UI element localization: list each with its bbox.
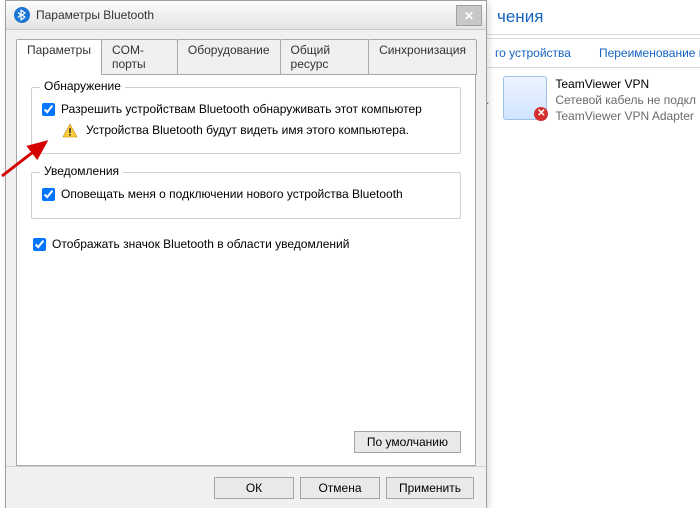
device-status: Сетевой кабель не подкл xyxy=(555,92,696,108)
label-allow-discovery: Разрешить устройствам Bluetooth обнаружи… xyxy=(61,102,422,117)
list-item[interactable]: чен 81... TeamViewer VPN Сетевой кабель … xyxy=(450,70,700,130)
checkbox-show-tray-icon[interactable] xyxy=(33,238,46,251)
tab-hardware[interactable]: Оборудование xyxy=(177,39,281,75)
close-button[interactable]: ✕ xyxy=(456,5,482,26)
tab-strip: Параметры COM-порты Оборудование Общий р… xyxy=(16,39,476,75)
tab-content: Обнаружение Разрешить устройствам Blueto… xyxy=(16,74,476,466)
checkbox-allow-discovery[interactable] xyxy=(42,103,55,116)
bg-nav-link-rename[interactable]: Переименование подк xyxy=(599,46,700,60)
warning-text: Устройства Bluetooth будут видеть имя эт… xyxy=(86,123,409,137)
tab-parameters[interactable]: Параметры xyxy=(16,39,102,75)
tab-sync[interactable]: Синхронизация xyxy=(368,39,477,75)
cancel-button[interactable]: Отмена xyxy=(300,477,380,499)
label-show-tray-icon: Отображать значок Bluetooth в области ув… xyxy=(52,237,349,252)
tab-shared[interactable]: Общий ресурс xyxy=(280,39,370,75)
titlebar[interactable]: Параметры Bluetooth ✕ xyxy=(6,1,486,30)
group-notifications-legend: Уведомления xyxy=(40,164,123,178)
bluetooth-icon xyxy=(14,7,30,23)
defaults-button[interactable]: По умолчанию xyxy=(354,431,461,453)
bg-devices-list: чен 81... TeamViewer VPN Сетевой кабель … xyxy=(450,70,700,130)
bg-nav-link-device[interactable]: го устройства xyxy=(495,46,571,60)
tab-com-ports[interactable]: COM-порты xyxy=(101,39,178,75)
apply-button[interactable]: Применить xyxy=(386,477,474,499)
group-discovery-legend: Обнаружение xyxy=(40,79,125,93)
device-adapter: TeamViewer VPN Adapter xyxy=(555,108,696,124)
label-notify-connect: Оповещать меня о подключении нового устр… xyxy=(61,187,403,202)
group-notifications: Уведомления Оповещать меня о подключении… xyxy=(31,172,461,219)
group-discovery: Обнаружение Разрешить устройствам Blueto… xyxy=(31,87,461,154)
ok-button[interactable]: ОК xyxy=(214,477,294,499)
checkbox-notify-connect[interactable] xyxy=(42,188,55,201)
dialog-footer: ОК Отмена Применить xyxy=(6,466,486,508)
bluetooth-settings-dialog: Параметры Bluetooth ✕ Параметры COM-порт… xyxy=(5,0,487,508)
device-title: TeamViewer VPN xyxy=(555,76,696,92)
network-adapter-icon xyxy=(503,76,547,120)
dialog-title: Параметры Bluetooth xyxy=(36,8,154,22)
bg-window-heading: чения xyxy=(487,0,700,35)
bg-nav-bar: го устройства Переименование подк xyxy=(487,38,700,68)
warning-icon xyxy=(62,123,78,139)
